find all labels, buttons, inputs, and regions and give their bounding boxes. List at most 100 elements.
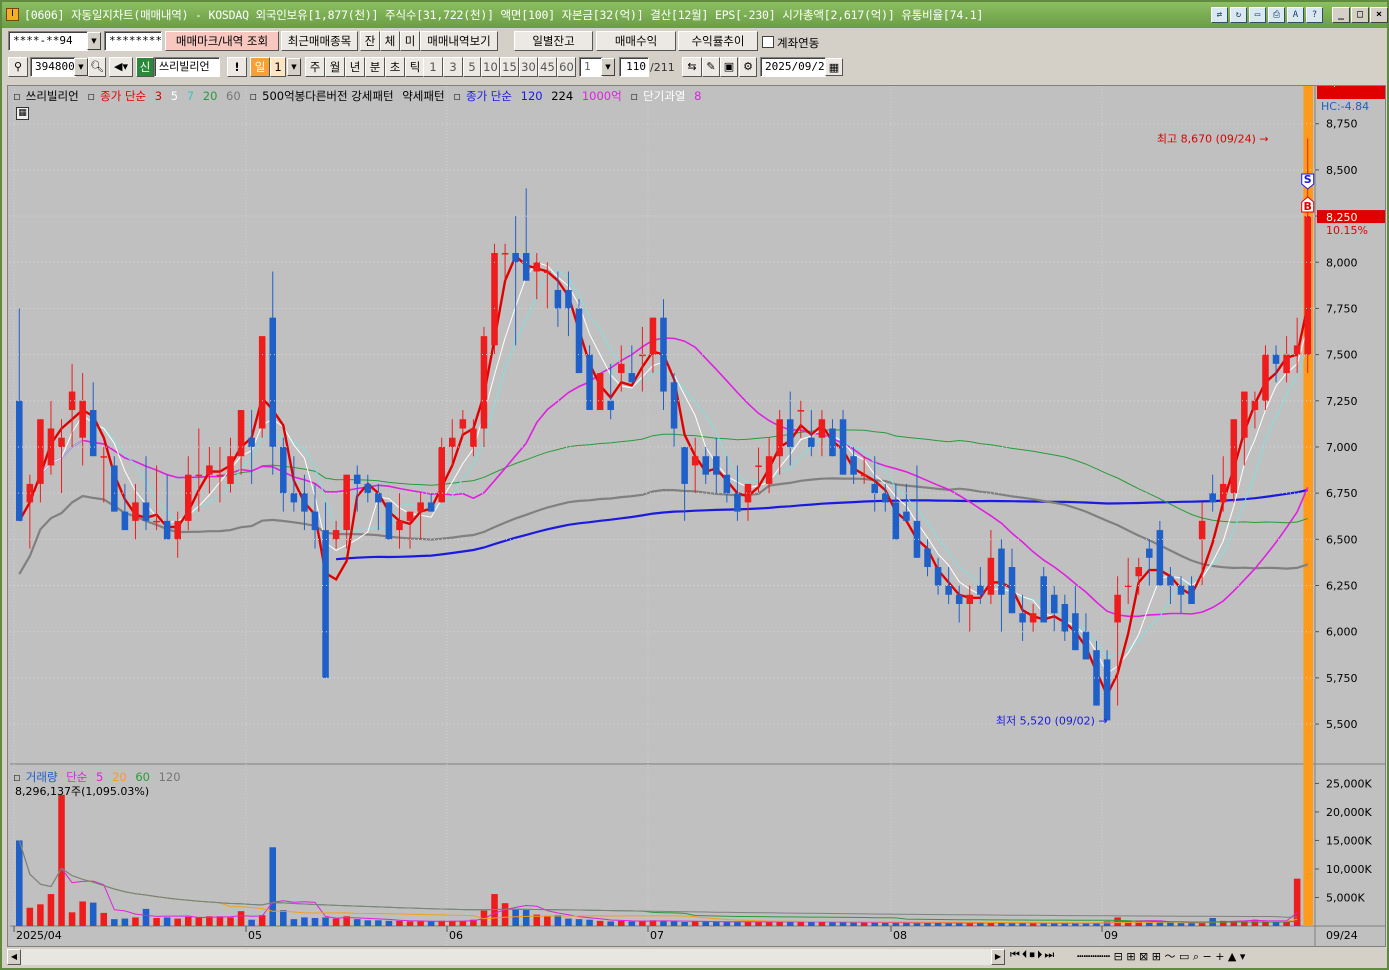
candle-body[interactable] — [79, 400, 86, 438]
candle-body[interactable] — [512, 253, 519, 263]
volume-bar[interactable] — [691, 921, 699, 926]
volume-bar[interactable] — [301, 917, 308, 926]
candle-body[interactable] — [987, 557, 995, 595]
candle-body[interactable] — [111, 465, 118, 512]
candle-body[interactable] — [1209, 493, 1216, 503]
candle-body[interactable] — [1146, 548, 1153, 558]
password-input[interactable]: ********* — [104, 31, 162, 51]
candle-body[interactable] — [1272, 354, 1280, 364]
candle-body[interactable] — [375, 493, 382, 503]
interval-dropdown[interactable]: ▼ — [601, 58, 615, 76]
volume-bar[interactable] — [216, 916, 224, 926]
candle-body[interactable] — [290, 493, 298, 503]
volume-bar[interactable] — [575, 919, 583, 926]
candle-body[interactable] — [607, 400, 614, 411]
candle-body[interactable] — [206, 465, 213, 475]
volume-bar[interactable] — [396, 920, 403, 926]
volume-bar[interactable] — [544, 915, 551, 926]
candle-body[interactable] — [966, 594, 974, 604]
candle-body[interactable] — [89, 410, 97, 457]
candle-body[interactable] — [301, 493, 308, 512]
volume-bar[interactable] — [37, 904, 44, 926]
trade-history-button[interactable]: 매매내역보기 — [420, 31, 498, 51]
volume-bar[interactable] — [617, 920, 625, 926]
candle-body[interactable] — [934, 567, 942, 586]
candle-body[interactable] — [1262, 354, 1269, 401]
candle-body[interactable] — [480, 336, 488, 429]
candle-body[interactable] — [924, 548, 931, 568]
candle-body[interactable] — [258, 336, 266, 429]
price-chart[interactable]: LC:49.46HC:-4.848,7508,5008,2508,0007,75… — [8, 86, 1385, 946]
volume-bar[interactable] — [26, 907, 34, 926]
volume-bar[interactable] — [882, 922, 889, 926]
volume-bar[interactable] — [734, 922, 741, 926]
candle-body[interactable] — [1019, 613, 1026, 623]
candle-body[interactable] — [596, 373, 604, 411]
candle-body[interactable] — [723, 474, 731, 494]
volume-bar[interactable] — [385, 920, 393, 926]
candle-body[interactable] — [977, 585, 984, 595]
candle-body[interactable] — [1177, 585, 1185, 595]
scroll-left-button[interactable]: ◀ — [7, 949, 21, 965]
candle-body[interactable] — [406, 511, 414, 521]
stock-search-icon[interactable]: ⚲ — [8, 57, 28, 77]
trade-profit-button[interactable]: 매매수익 — [596, 31, 676, 51]
candle-body[interactable] — [227, 456, 234, 484]
candle-body[interactable] — [892, 502, 900, 540]
volume-bar[interactable] — [1198, 923, 1206, 926]
candle-body[interactable] — [903, 511, 910, 521]
volume-bar[interactable] — [501, 903, 509, 926]
candle-body[interactable] — [660, 317, 667, 392]
volume-bar[interactable] — [311, 918, 319, 926]
candle-body[interactable] — [945, 585, 952, 595]
period-dropdown[interactable]: ▼ — [287, 58, 301, 76]
volume-bar[interactable] — [364, 920, 372, 926]
candle-body[interactable] — [16, 400, 23, 521]
candle-body[interactable] — [311, 511, 319, 531]
settings-icon[interactable]: ⚙ — [739, 57, 757, 77]
volume-bar[interactable] — [290, 919, 298, 926]
candle-body[interactable] — [396, 520, 403, 531]
candle-body[interactable] — [100, 456, 108, 458]
shift-icon[interactable]: ⇆ — [682, 57, 702, 77]
volume-bar[interactable] — [163, 917, 171, 926]
volume-bar[interactable] — [322, 917, 329, 926]
volume-bar[interactable] — [670, 921, 678, 926]
volume-bar[interactable] — [1019, 923, 1026, 926]
balance-button[interactable]: 잔 — [360, 31, 380, 51]
period-day-button[interactable]: 일 — [250, 57, 270, 77]
unfilled-button[interactable]: 미 — [400, 31, 420, 51]
volume-bar[interactable] — [68, 912, 76, 926]
candle-body[interactable] — [860, 474, 868, 477]
candle-body[interactable] — [998, 548, 1005, 595]
period-count-field[interactable]: 1 — [270, 57, 286, 77]
volume-bar[interactable] — [797, 922, 805, 926]
period-year-button[interactable]: 년 — [345, 57, 365, 77]
volume-bar[interactable] — [681, 922, 688, 926]
candle-body[interactable] — [343, 474, 350, 531]
volume-bar[interactable] — [153, 918, 160, 926]
candle-body[interactable] — [1072, 613, 1079, 651]
stock-code-dropdown[interactable]: ▼ — [74, 58, 88, 76]
font-icon[interactable]: A — [1287, 7, 1304, 23]
candle-body[interactable] — [533, 262, 541, 272]
candle-body[interactable] — [565, 289, 572, 309]
link-icon[interactable]: ⇄ — [1211, 7, 1228, 23]
candle-body[interactable] — [544, 271, 551, 273]
alert-button[interactable]: ! — [227, 57, 247, 77]
volume-bar[interactable] — [1293, 878, 1301, 926]
candle-body[interactable] — [269, 317, 277, 447]
candle-body[interactable] — [248, 437, 255, 447]
candle-body[interactable] — [850, 456, 857, 475]
candle-body[interactable] — [184, 474, 192, 521]
volume-bar[interactable] — [427, 921, 435, 926]
close-button[interactable]: × — [1370, 7, 1388, 23]
volume-bar[interactable] — [596, 920, 604, 926]
count-input[interactable]: 110 — [619, 57, 649, 77]
interval-30[interactable]: 30 — [519, 57, 538, 77]
candle-body[interactable] — [427, 502, 435, 512]
candle-body[interactable] — [1103, 659, 1111, 721]
volume-bar[interactable] — [258, 915, 266, 926]
volume-bar[interactable] — [1029, 923, 1037, 926]
candle-body[interactable] — [501, 253, 509, 255]
